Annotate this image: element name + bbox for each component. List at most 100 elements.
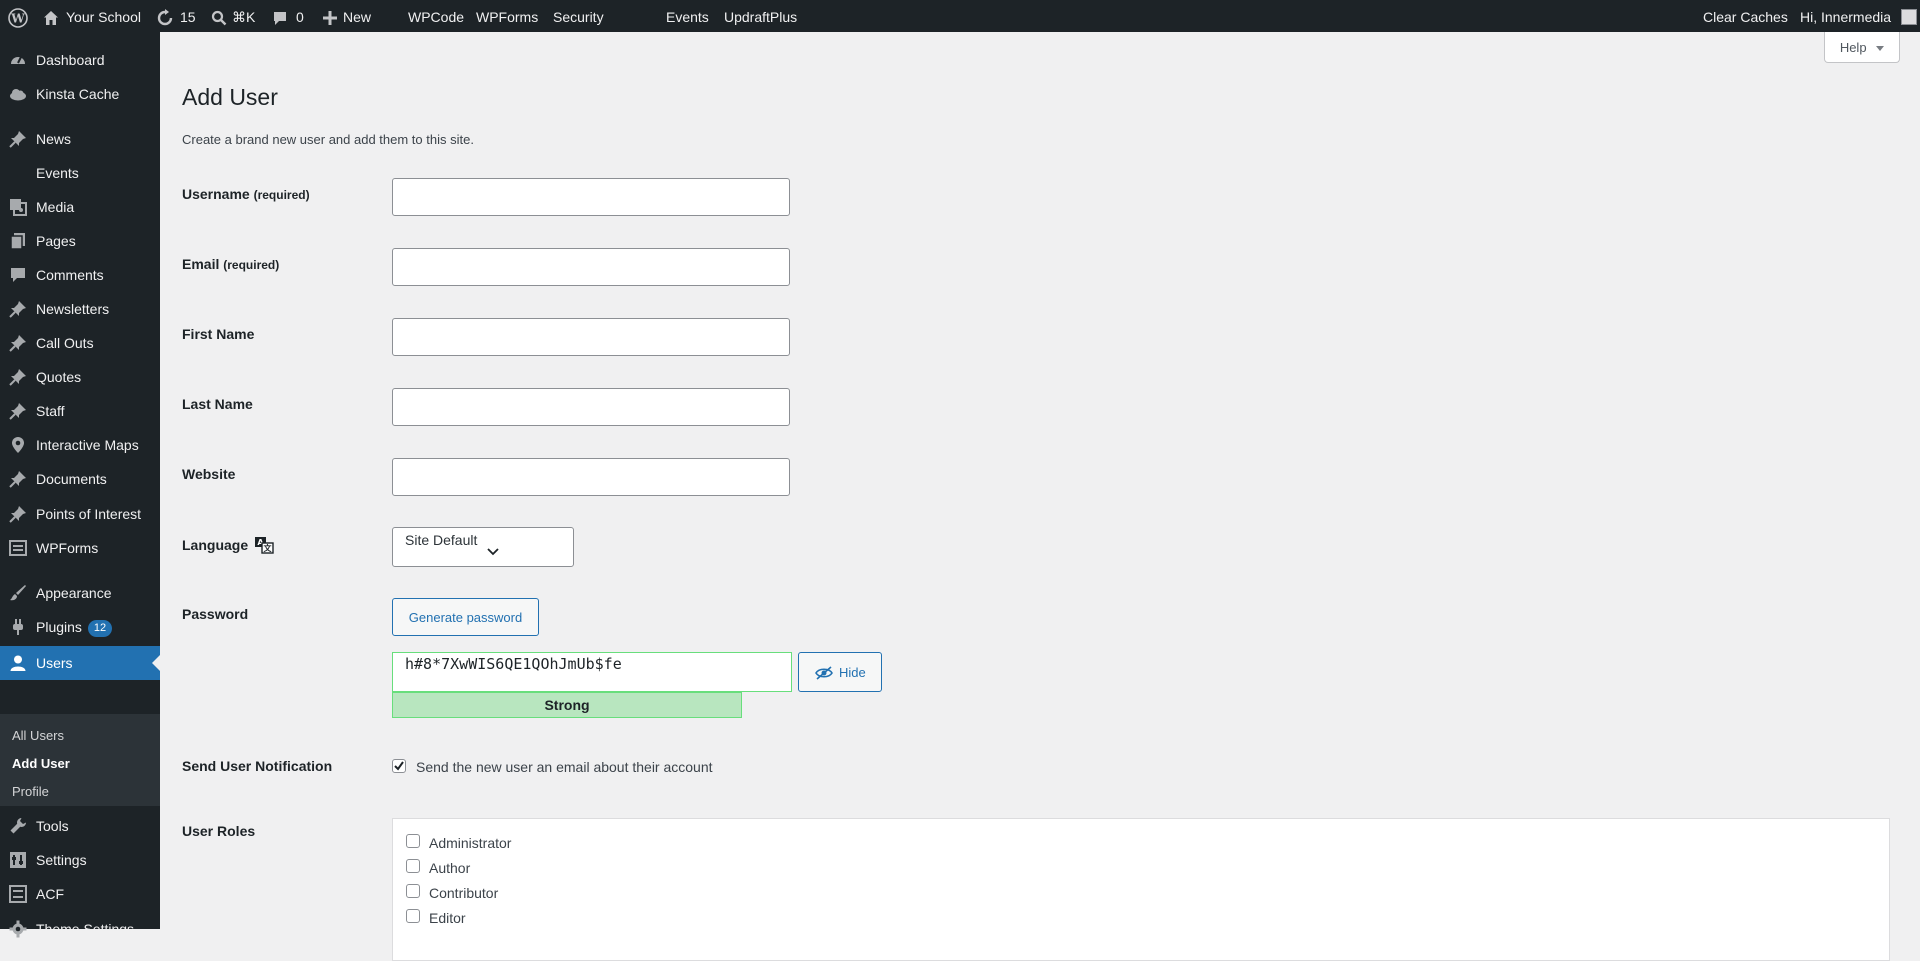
plugins-update-badge: 12 xyxy=(87,620,113,637)
account-menu[interactable]: Hi, Innermedia xyxy=(1800,0,1917,32)
website-input[interactable] xyxy=(392,458,790,496)
menu-settings[interactable]: Settings xyxy=(0,843,160,877)
menu-label: Quotes xyxy=(36,369,82,385)
clear-caches-button[interactable]: Clear Caches xyxy=(1703,0,1788,32)
settings-icon xyxy=(10,852,26,868)
cloud-icon xyxy=(10,89,26,101)
language-select[interactable]: Site Default xyxy=(392,527,574,567)
menu-label: Media xyxy=(36,199,75,215)
last-name-label: Last Name xyxy=(182,396,253,412)
role-author-checkbox[interactable] xyxy=(406,859,420,873)
menu-wpforms[interactable]: WPForms xyxy=(0,531,160,565)
new-content-link[interactable]: New xyxy=(323,0,371,32)
menu-label: News xyxy=(36,131,72,147)
adminbar-wpcode[interactable]: WPCode xyxy=(408,0,464,32)
menu-comments[interactable]: Comments xyxy=(0,258,160,292)
menu-kinsta-cache[interactable]: Kinsta Cache xyxy=(0,77,160,111)
adminbar-events[interactable]: Events xyxy=(666,0,709,32)
wordpress-logo-icon[interactable]: W xyxy=(8,0,28,32)
new-label: New xyxy=(343,9,372,25)
chevron-down-icon xyxy=(487,548,499,556)
menu-label: Staff xyxy=(36,403,65,419)
first-name-input[interactable] xyxy=(392,318,790,356)
menu-quotes[interactable]: Quotes xyxy=(0,360,160,394)
menu-plugins[interactable]: Plugins 12 xyxy=(0,610,160,644)
language-label: Language A文 xyxy=(182,536,274,554)
required-note: (required) xyxy=(223,258,280,272)
menu-events[interactable]: Events xyxy=(0,156,160,190)
hidden-eye-icon xyxy=(815,666,833,680)
submenu-all-users[interactable]: All Users xyxy=(12,728,64,743)
updates-count: 15 xyxy=(180,9,196,25)
menu-label: ACF xyxy=(36,886,64,902)
greeting: Hi, Innermedia xyxy=(1800,9,1892,25)
users-submenu: All Users Add User Profile xyxy=(0,714,160,806)
plugins-label: Plugins xyxy=(36,619,82,635)
role-contributor-label: Contributor xyxy=(429,885,499,901)
menu-news[interactable]: News xyxy=(0,122,160,156)
menu-documents[interactable]: Documents xyxy=(0,462,160,496)
menu-label: Theme Settings xyxy=(36,921,135,937)
language-label-text: Language xyxy=(182,537,249,553)
site-name: Your School xyxy=(66,9,141,25)
pin-icon xyxy=(9,301,26,318)
pin-icon xyxy=(9,131,26,148)
comment-icon xyxy=(11,268,25,282)
updates-link[interactable]: 15 xyxy=(156,0,196,32)
adminbar-wpforms[interactable]: WPForms xyxy=(476,0,538,32)
last-name-input[interactable] xyxy=(392,388,790,426)
menu-pages[interactable]: Pages xyxy=(0,224,160,258)
comments-link[interactable]: 0 xyxy=(272,0,304,32)
menu-acf[interactable]: ACF xyxy=(0,877,160,911)
send-notification-text: Send the new user an email about their a… xyxy=(416,759,713,775)
menu-tools[interactable]: Tools xyxy=(0,809,160,843)
pin-icon xyxy=(9,369,26,386)
username-input[interactable] xyxy=(392,178,790,216)
password-input[interactable]: h#8*7XwWIS6QE1QOhJmUb$fe xyxy=(392,652,792,692)
submenu-add-user[interactable]: Add User xyxy=(12,756,70,771)
search-icon xyxy=(211,11,227,26)
menu-staff[interactable]: Staff xyxy=(0,394,160,428)
menu-label: Events xyxy=(36,165,79,181)
generate-password-button[interactable]: Generate password xyxy=(392,598,539,636)
pin-icon xyxy=(9,403,26,420)
menu-call-outs[interactable]: Call Outs xyxy=(0,326,160,360)
role-administrator-checkbox[interactable] xyxy=(406,834,420,848)
menu-newsletters[interactable]: Newsletters xyxy=(0,292,160,326)
menu-label: Users xyxy=(36,655,73,671)
username-label: Username (required) xyxy=(182,186,310,202)
email-input[interactable] xyxy=(392,248,790,286)
search-shortcut: ⌘K xyxy=(232,9,256,25)
user-icon xyxy=(10,655,26,671)
menu-users[interactable]: Users xyxy=(0,646,160,680)
site-name-link[interactable]: Your School xyxy=(42,0,141,32)
role-editor-checkbox[interactable] xyxy=(406,909,420,923)
search-link[interactable]: ⌘K xyxy=(211,0,255,32)
pin-icon xyxy=(9,471,26,488)
dashboard-icon xyxy=(11,56,25,64)
role-contributor-checkbox[interactable] xyxy=(406,884,420,898)
hide-label: Hide xyxy=(839,665,866,680)
menu-theme-settings[interactable]: Theme Settings xyxy=(0,912,160,946)
menu-appearance[interactable]: Appearance xyxy=(0,576,160,610)
menu-dashboard[interactable]: Dashboard xyxy=(0,43,160,77)
translate-icon: A文 xyxy=(255,537,274,554)
menu-interactive-maps[interactable]: Interactive Maps xyxy=(0,428,160,462)
send-notification-checkbox[interactable] xyxy=(392,759,406,773)
adminbar-updraftplus[interactable]: UpdraftPlus xyxy=(724,0,797,32)
required-note: (required) xyxy=(253,188,310,202)
hide-password-button[interactable]: Hide xyxy=(798,652,882,692)
menu-points-of-interest[interactable]: Points of Interest xyxy=(0,497,160,531)
home-icon xyxy=(44,11,58,26)
menu-media[interactable]: Media xyxy=(0,190,160,224)
comment-icon xyxy=(274,12,286,26)
password-strength-meter: Strong xyxy=(392,692,742,718)
role-administrator-label: Administrator xyxy=(429,835,512,851)
menu-label: Documents xyxy=(36,471,107,487)
menu-label: Pages xyxy=(36,233,76,249)
submenu-profile[interactable]: Profile xyxy=(12,784,49,799)
adminbar-security[interactable]: Security xyxy=(553,0,604,32)
gear-icon xyxy=(9,920,27,938)
wrench-icon xyxy=(10,818,26,834)
admin-bar: W Your School 15 ⌘K 0 New WPCode WPForms… xyxy=(0,0,1920,32)
